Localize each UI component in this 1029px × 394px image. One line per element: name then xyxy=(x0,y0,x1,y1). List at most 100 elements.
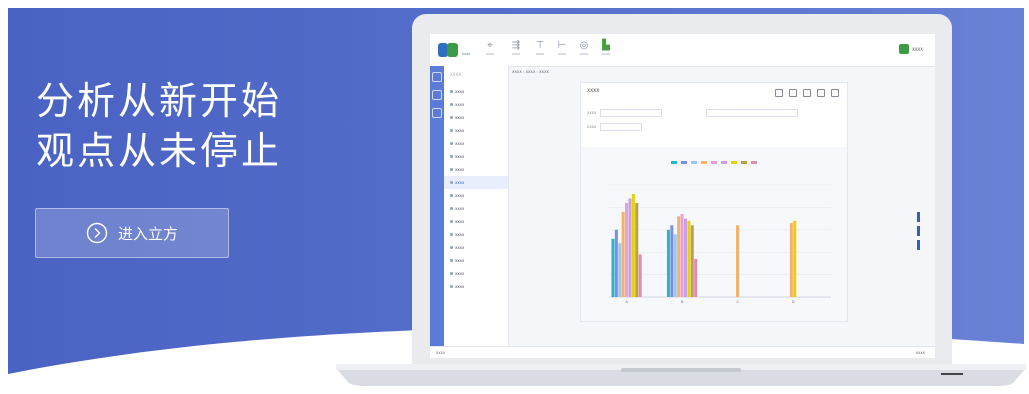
chart-bar[interactable] xyxy=(631,193,635,297)
sidebar-item[interactable]: XXXX xyxy=(444,85,508,98)
toolbar-item-3[interactable]: ⊤ XXXX xyxy=(528,40,552,62)
sidebar-item[interactable]: XXXX xyxy=(444,124,508,137)
x-tick-label: A xyxy=(626,300,629,304)
right-tab-2[interactable] xyxy=(917,226,920,236)
right-tab-1[interactable] xyxy=(917,212,920,222)
sidebar-item-label: XXXX xyxy=(455,89,465,94)
folder-icon xyxy=(450,116,453,119)
folder-icon xyxy=(450,129,453,132)
zoom-icon[interactable] xyxy=(775,89,783,97)
toolbar-item-4[interactable]: ⊢ XXXX xyxy=(550,40,574,62)
folder-icon xyxy=(450,285,453,288)
rail-settings-icon[interactable] xyxy=(432,108,442,118)
sidebar-head: XXXX xyxy=(450,72,461,77)
chart-bar[interactable] xyxy=(670,225,674,297)
sidebar-item[interactable]: XXXX xyxy=(444,163,508,176)
sidebar-item[interactable]: XXXX xyxy=(444,176,508,189)
sidebar-item-label: XXXX xyxy=(455,206,465,211)
chart-bar[interactable] xyxy=(683,218,687,297)
app-topbar: XXXX ⌖ XXXX ⇶ XXXX ⊤ XXXX ⊢ XXXX ◎ XXXX … xyxy=(430,34,935,67)
avatar xyxy=(899,44,910,54)
filter-row-1: XXXX xyxy=(587,109,799,117)
chart-bar[interactable] xyxy=(635,202,639,297)
chart-bar[interactable] xyxy=(625,202,629,297)
folder-icon xyxy=(450,207,453,210)
sidebar-item[interactable]: XXXX xyxy=(444,254,508,267)
sidebar-item[interactable]: XXXX xyxy=(444,228,508,241)
chart-bar[interactable] xyxy=(680,214,684,297)
toolbar-item-1[interactable]: ⌖ XXXX xyxy=(478,40,502,62)
folder-icon xyxy=(450,90,453,93)
sidebar-item[interactable]: XXXX xyxy=(444,98,508,111)
legend-swatch xyxy=(721,161,727,164)
pin-icon: ⊤ xyxy=(535,40,545,51)
sidebar-item[interactable]: XXXX xyxy=(444,111,508,124)
right-tab-3[interactable] xyxy=(917,240,920,250)
chart-bar[interactable] xyxy=(687,220,691,297)
chart-bar[interactable] xyxy=(789,223,793,297)
legend-swatch xyxy=(731,161,737,164)
sidebar-item[interactable]: XXXX xyxy=(444,189,508,202)
chart-bar[interactable] xyxy=(614,229,618,297)
chart-bar[interactable] xyxy=(677,216,681,297)
x-tick-label: C xyxy=(737,300,740,304)
folder-icon xyxy=(450,194,453,197)
chart-bar[interactable] xyxy=(618,243,622,297)
chart-bar[interactable] xyxy=(611,238,615,297)
folder-icon xyxy=(450,220,453,223)
sidebar-item[interactable]: XXXX xyxy=(444,280,508,293)
folder-icon xyxy=(450,181,453,184)
sidebar-item[interactable]: XXXX xyxy=(444,137,508,150)
toolbar-item-6[interactable]: ▙ XXXX xyxy=(594,40,618,62)
sidebar-item[interactable]: XXXX xyxy=(444,215,508,228)
sidebar-item-label: XXXX xyxy=(455,193,465,198)
chart-bar[interactable] xyxy=(628,198,632,297)
enter-cube-button[interactable]: 进入立方 xyxy=(35,208,229,258)
bar-chart: A B C D xyxy=(581,147,847,321)
chart-bar[interactable] xyxy=(666,229,670,297)
sidebar-item-label: XXXX xyxy=(455,128,465,133)
logo-text: XXXX xyxy=(462,52,471,56)
enter-cube-label: 进入立方 xyxy=(117,224,178,243)
chart-bar[interactable] xyxy=(638,254,642,297)
user-menu[interactable]: XXXX xyxy=(899,44,923,54)
x-tick-label: B xyxy=(681,300,684,304)
export-icon[interactable] xyxy=(803,89,811,97)
sidebar-item-label: XXXX xyxy=(455,141,465,146)
rail-doc-icon[interactable] xyxy=(432,90,442,100)
toolbar-item-2[interactable]: ⇶ XXXX xyxy=(504,40,528,62)
folder-icon xyxy=(450,155,453,158)
filter-input-2[interactable] xyxy=(706,109,799,117)
folder-icon xyxy=(450,142,453,145)
sidebar-item[interactable]: XXXX xyxy=(444,241,508,254)
sidebar-item[interactable]: XXXX xyxy=(444,202,508,215)
rail-home-icon[interactable] xyxy=(432,72,442,82)
toolbar-item-5[interactable]: ◎ XXXX xyxy=(572,40,596,62)
sidebar-item-label: XXXX xyxy=(455,232,465,237)
chart-bar[interactable] xyxy=(621,211,625,297)
table-icon[interactable] xyxy=(789,89,797,97)
sidebar-item[interactable]: XXXX xyxy=(444,267,508,280)
folder-icon xyxy=(450,246,453,249)
chart-bar[interactable] xyxy=(694,258,698,297)
headline: 分析从新开始 观点从未停止 xyxy=(36,76,282,176)
tree-icon: ⌖ xyxy=(487,40,493,51)
panel-tools xyxy=(775,89,839,97)
filter-input-1[interactable] xyxy=(600,109,663,117)
sidebar-item[interactable]: XXXX xyxy=(444,150,508,163)
sidebar-item-label: XXXX xyxy=(455,115,465,120)
chart-bar[interactable] xyxy=(793,220,797,297)
settings-icon[interactable] xyxy=(831,89,839,97)
panel-title: XXXX xyxy=(587,89,600,94)
sidebar-item-label: XXXX xyxy=(455,167,465,172)
refresh-icon[interactable] xyxy=(817,89,825,97)
sidebar-item-label: XXXX xyxy=(455,180,465,185)
legend-swatch xyxy=(751,161,757,164)
legend-swatch xyxy=(711,161,717,164)
chart-bar[interactable] xyxy=(736,225,740,297)
filter-row-2: XXXX xyxy=(587,123,643,131)
chart-bar[interactable] xyxy=(673,234,677,297)
filter-input-3[interactable] xyxy=(600,123,643,131)
sidebar-item-label: XXXX xyxy=(455,102,465,107)
chart-bar[interactable] xyxy=(690,225,694,297)
